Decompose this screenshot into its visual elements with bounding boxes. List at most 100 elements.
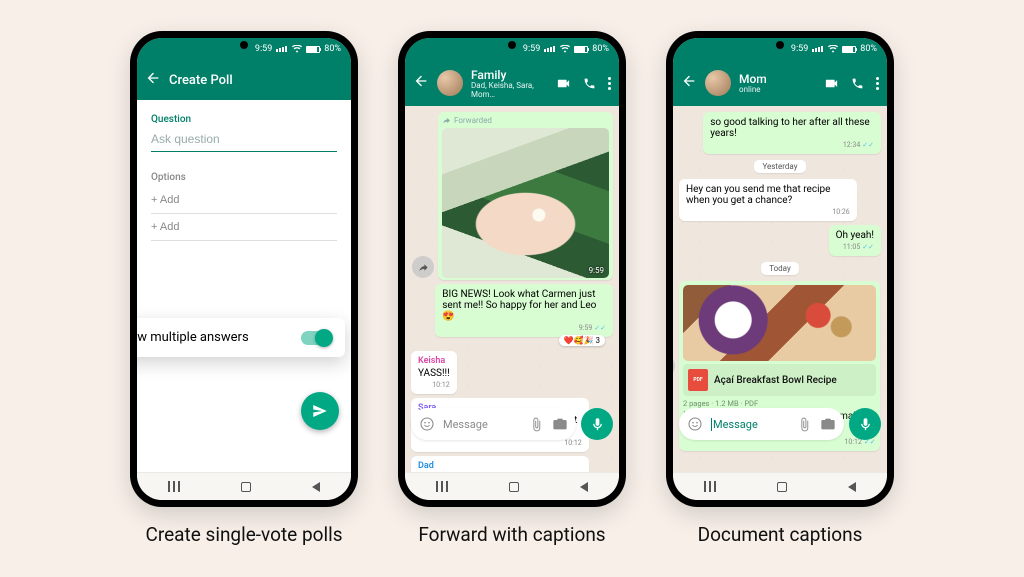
photo-timestamp: 9:59 (589, 266, 604, 275)
chat-subtitle: Dad, Keisha, Sara, Mom… (471, 81, 548, 99)
attach-icon[interactable] (529, 417, 544, 432)
day-today: Today (761, 262, 799, 275)
back-nav-icon[interactable] (848, 482, 856, 492)
message-input[interactable]: Message (411, 408, 576, 440)
appbar-title: Create Poll (169, 73, 343, 88)
forwarded-photo-bubble[interactable]: Forwarded 9:59 (438, 112, 613, 280)
recents-icon[interactable] (168, 481, 180, 492)
status-time: 9:59 (523, 44, 540, 54)
send-poll-button[interactable] (301, 392, 339, 430)
wifi-icon (560, 45, 570, 53)
chat-avatar[interactable] (705, 70, 731, 96)
more-icon[interactable] (608, 77, 611, 90)
videocall-icon[interactable] (556, 76, 571, 91)
status-time: 9:59 (791, 44, 808, 54)
camera-notch (240, 41, 248, 49)
recents-icon[interactable] (436, 481, 448, 492)
caption-2: Forward with captions (418, 523, 605, 546)
phone-create-poll: 9:59 80% Create Poll Question Options + … (130, 31, 358, 507)
allow-multiple-switch[interactable] (301, 331, 331, 345)
wifi-icon (828, 45, 838, 53)
options-label: Options (151, 172, 337, 183)
mic-button[interactable] (581, 408, 613, 440)
android-nav (137, 472, 351, 500)
chat-body: so good talking to her after all these y… (673, 106, 887, 472)
question-input[interactable] (151, 129, 337, 152)
android-nav (673, 472, 887, 500)
home-icon[interactable] (777, 482, 787, 492)
ring-photo[interactable]: 9:59 (442, 128, 609, 278)
document-meta: 2 pages · 1.2 MB · PDF (683, 399, 876, 408)
reply-keisha[interactable]: Keisha YASS!!! 10:12 (411, 351, 457, 394)
emoji-icon[interactable] (687, 416, 703, 432)
mic-button[interactable] (849, 408, 881, 440)
message-input[interactable]: Message (679, 408, 844, 440)
chat-avatar[interactable] (437, 70, 463, 96)
allow-multiple-label: Allow multiple answers (137, 330, 249, 345)
back-icon[interactable] (681, 73, 697, 93)
msg-years[interactable]: so good talking to her after all these y… (703, 112, 881, 154)
battery-icon (306, 46, 320, 53)
back-icon[interactable] (413, 73, 429, 93)
battery-icon (842, 46, 856, 53)
msg-recipe-request[interactable]: Hey can you send me that recipe when you… (679, 179, 857, 221)
appbar: Family Dad, Keisha, Sara, Mom… (405, 60, 619, 106)
big-news-bubble[interactable]: BIG NEWS! Look what Carmen just sent me!… (435, 284, 613, 337)
back-nav-icon[interactable] (312, 482, 320, 492)
signal-icon (812, 46, 823, 52)
msg-text: BIG NEWS! Look what Carmen just sent me!… (442, 289, 596, 322)
document-thumbnail (683, 285, 876, 361)
caption-3: Document captions (698, 523, 863, 546)
chat-title[interactable]: Mom (739, 72, 816, 86)
reactions[interactable]: ❤️🥰🎉 3 (559, 335, 605, 346)
call-icon[interactable] (851, 77, 864, 90)
recents-icon[interactable] (704, 481, 716, 492)
chat-subtitle: online (739, 85, 816, 94)
call-icon[interactable] (583, 77, 596, 90)
back-icon[interactable] (145, 70, 161, 90)
composer: Message (679, 408, 881, 440)
battery-percent: 80% (592, 44, 609, 54)
day-yesterday: Yesterday (754, 160, 805, 173)
signal-icon (544, 46, 555, 52)
pdf-icon: PDF (688, 369, 708, 391)
reply-dad[interactable]: Dad Oh your aunt is going to be so happy… (411, 456, 589, 472)
message-placeholder: Message (443, 418, 521, 431)
camera-notch (508, 41, 516, 49)
attach-icon[interactable] (797, 417, 812, 432)
msg-ohyeah[interactable]: Oh yeah! 11:05✓✓ (829, 225, 881, 256)
battery-percent: 80% (324, 44, 341, 54)
add-option-2[interactable]: + Add (151, 214, 337, 241)
phone-forward-caption: 9:59 80% Family Dad, Keisha, Sara, Mom… (398, 31, 626, 507)
home-icon[interactable] (241, 482, 251, 492)
camera-notch (776, 41, 784, 49)
add-option-1[interactable]: + Add (151, 187, 337, 214)
chat-title[interactable]: Family (471, 68, 548, 82)
android-nav (405, 472, 619, 500)
camera-icon[interactable] (552, 416, 568, 432)
forwarded-label: Forwarded (442, 116, 609, 125)
more-icon[interactable] (876, 77, 879, 90)
poll-form: Question Options + Add + Add Allow multi… (137, 100, 351, 472)
question-label: Question (151, 114, 337, 125)
camera-icon[interactable] (820, 416, 836, 432)
back-nav-icon[interactable] (580, 482, 588, 492)
emoji-icon[interactable] (419, 416, 435, 432)
phone-document-caption: 9:59 80% Mom online so goo (666, 31, 894, 507)
caption-1: Create single-vote polls (145, 523, 342, 546)
appbar: Create Poll (137, 60, 351, 100)
chat-body: Forwarded 9:59 BIG NEWS! Look what Carme… (405, 106, 619, 472)
forward-share-icon[interactable] (673, 355, 675, 377)
document-title: Açaí Breakfast Bowl Recipe (714, 375, 837, 386)
allow-multiple-card[interactable]: Allow multiple answers (137, 318, 345, 357)
status-time: 9:59 (255, 44, 272, 54)
videocall-icon[interactable] (824, 76, 839, 91)
battery-icon (574, 46, 588, 53)
forward-share-icon[interactable] (412, 256, 434, 278)
message-placeholder: Message (711, 418, 789, 431)
document-row[interactable]: PDF Açaí Breakfast Bowl Recipe (683, 364, 876, 396)
appbar: Mom online (673, 60, 887, 106)
signal-icon (276, 46, 287, 52)
wifi-icon (292, 45, 302, 53)
home-icon[interactable] (509, 482, 519, 492)
